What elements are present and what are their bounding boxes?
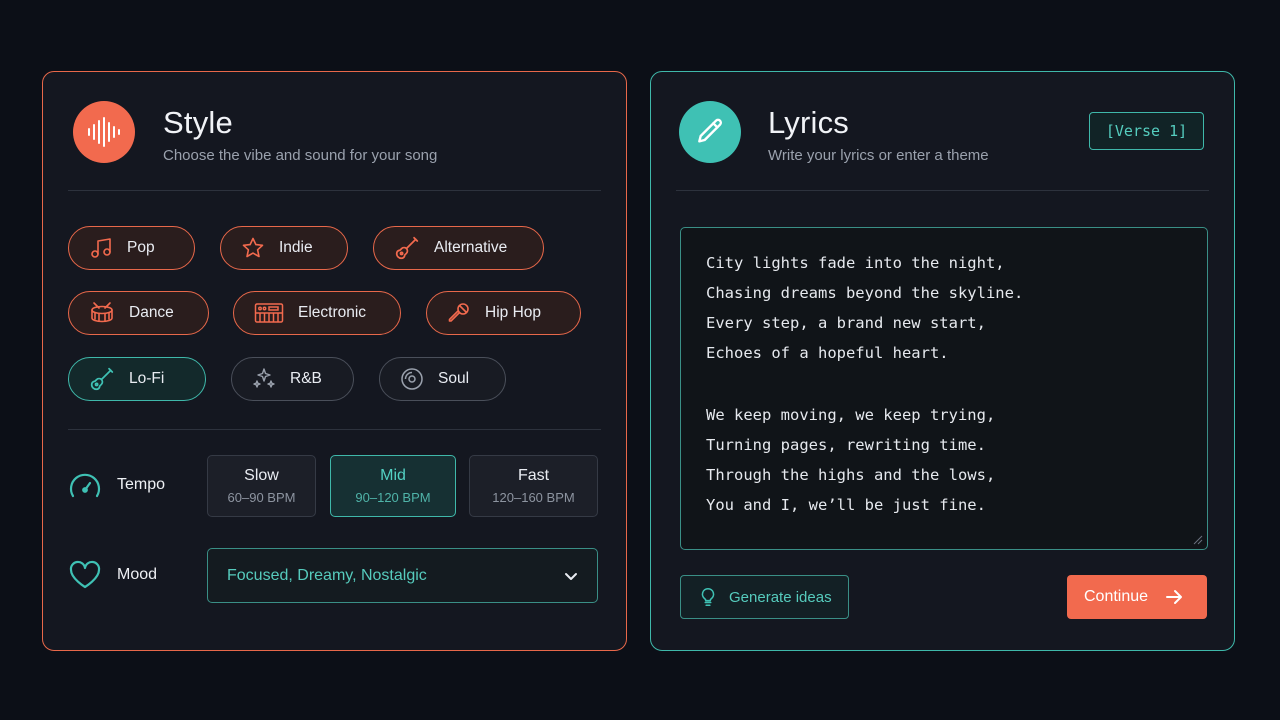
lyric-line: We keep moving, we keep trying,	[706, 406, 996, 424]
style-title: Style	[163, 105, 233, 140]
genre-chip-electronic[interactable]: Electronic	[233, 291, 401, 335]
genre-label: Indie	[279, 239, 313, 256]
verse-tag[interactable]: [Verse 1]	[1089, 112, 1204, 150]
drum-icon	[91, 302, 113, 323]
tempo-option-bpm: 120–160 BPM	[492, 490, 575, 505]
continue-button[interactable]: Continue	[1067, 575, 1207, 619]
genre-chip-dance[interactable]: Dance	[68, 291, 209, 335]
genre-label: Electronic	[298, 304, 367, 321]
lyric-line: You and I, we’ll be just fine.	[706, 496, 986, 514]
tempo-option-name: Slow	[244, 467, 279, 484]
genre-chip-indie[interactable]: Indie	[220, 226, 348, 270]
tempo-option-bpm: 90–120 BPM	[355, 490, 431, 505]
tempo-option-fast[interactable]: Fast 120–160 BPM	[469, 455, 598, 517]
lyrics-subtitle: Write your lyrics or enter a theme	[768, 147, 989, 164]
mood-label: Mood	[117, 566, 158, 583]
lyric-line: Turning pages, rewriting time.	[706, 436, 986, 454]
tempo-option-bpm: 60–90 BPM	[227, 490, 296, 505]
lyric-line: Echoes of a hopeful heart.	[706, 344, 949, 362]
pencil-icon	[679, 101, 741, 163]
electric-guitar-icon	[395, 236, 419, 260]
genre-label: Soul	[438, 370, 470, 387]
synth-keyboard-icon	[254, 303, 284, 323]
lyric-line: Chasing dreams beyond the skyline.	[706, 284, 1024, 302]
lightbulb-icon	[701, 587, 715, 607]
mood-value: Focused, Dreamy, Nostalgic	[227, 566, 427, 584]
continue-label: Continue	[1084, 588, 1149, 605]
resize-handle-icon[interactable]	[1193, 535, 1203, 545]
sound-wave-icon	[73, 101, 135, 163]
genre-label: Hip Hop	[485, 304, 541, 321]
style-subtitle: Choose the vibe and sound for your song	[163, 147, 438, 164]
music-note-icon	[91, 238, 111, 258]
divider	[68, 429, 601, 430]
heart-icon	[69, 560, 101, 589]
tempo-option-mid[interactable]: Mid 90–120 BPM	[330, 455, 456, 517]
genre-chip-rnb[interactable]: R&B	[231, 357, 354, 401]
genre-chip-hip-hop[interactable]: Hip Hop	[426, 291, 581, 335]
chevron-down-icon	[565, 573, 577, 580]
lyric-line: City lights fade into the night,	[706, 254, 1005, 272]
divider	[68, 190, 601, 191]
genre-label: R&B	[290, 370, 322, 387]
genre-chip-lo-fi[interactable]: Lo-Fi	[68, 357, 206, 401]
tempo-row-label: Tempo	[68, 470, 165, 500]
genre-chip-pop[interactable]: Pop	[68, 226, 195, 270]
vinyl-record-icon	[401, 368, 423, 390]
tempo-label: Tempo	[117, 476, 166, 493]
genre-label: Dance	[129, 304, 174, 321]
lyric-line: Through the highs and the lows,	[706, 466, 996, 484]
generate-ideas-label: Generate ideas	[729, 588, 832, 606]
stanza-gap	[706, 368, 1182, 400]
acoustic-guitar-icon	[90, 367, 114, 391]
tempo-option-name: Mid	[380, 467, 406, 484]
speedometer-icon	[69, 473, 101, 498]
genre-label: Alternative	[434, 239, 508, 256]
arrow-right-icon	[1166, 590, 1183, 604]
genre-chip-soul[interactable]: Soul	[379, 357, 506, 401]
style-panel: Style Choose the vibe and sound for your…	[42, 71, 627, 651]
genre-label: Lo-Fi	[129, 370, 165, 387]
genre-label: Pop	[127, 239, 155, 256]
star-icon	[242, 237, 264, 258]
mood-select[interactable]: Focused, Dreamy, Nostalgic	[207, 548, 598, 603]
mood-row-label: Mood	[68, 560, 157, 590]
microphone-icon	[448, 303, 469, 322]
lyrics-textarea[interactable]: City lights fade into the night, Chasing…	[680, 227, 1208, 550]
lyrics-panel: Lyrics Write your lyrics or enter a them…	[650, 71, 1235, 651]
sparkles-icon	[253, 368, 275, 388]
generate-ideas-button[interactable]: Generate ideas	[680, 575, 849, 619]
lyrics-title: Lyrics	[768, 105, 850, 140]
lyric-line: Every step, a brand new start,	[706, 314, 986, 332]
tempo-option-name: Fast	[517, 467, 550, 484]
divider	[676, 190, 1209, 191]
genre-chip-alternative[interactable]: Alternative	[373, 226, 544, 270]
tempo-option-slow[interactable]: Slow 60–90 BPM	[207, 455, 316, 517]
